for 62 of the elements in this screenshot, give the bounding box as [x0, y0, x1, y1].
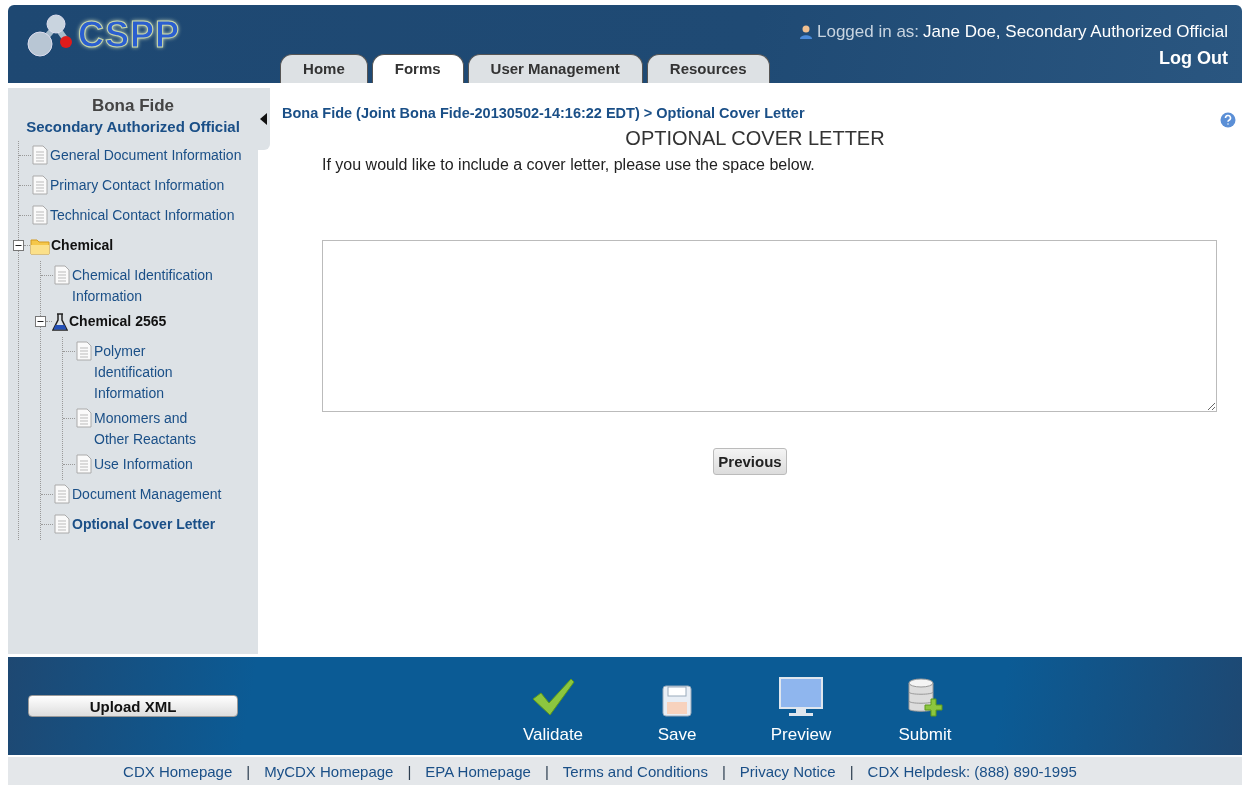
- footer-link[interactable]: Terms and Conditions: [562, 762, 708, 780]
- link-separator: |: [721, 762, 726, 780]
- document-icon: [53, 483, 71, 504]
- document-icon: [31, 144, 49, 165]
- flask-icon: [52, 312, 68, 331]
- document-icon: [75, 407, 93, 428]
- previous-button[interactable]: Previous: [713, 447, 787, 475]
- page-title: OPTIONAL COVER LETTER: [624, 126, 886, 150]
- tree-item[interactable]: Document Management: [72, 483, 222, 505]
- left-triangle-icon: [259, 112, 267, 125]
- document-icon: [31, 174, 49, 195]
- logged-in-label: Logged in as:: [817, 22, 920, 42]
- footer-link[interactable]: CDX Homepage: [123, 762, 233, 780]
- instructions-text: If you would like to include a cover letter, please use the space below.: [322, 155, 816, 174]
- link-separator: |: [849, 762, 854, 780]
- footer-link[interactable]: EPA Homepage: [425, 762, 531, 780]
- collapse-icon[interactable]: [13, 239, 24, 251]
- user-name: Jane Doe, Secondary Authorized Official: [923, 22, 1228, 42]
- link-separator: |: [544, 762, 549, 780]
- tree-item[interactable]: Monomers and Other Reactants: [94, 407, 204, 450]
- database-add-icon: [907, 677, 943, 718]
- tree-item[interactable]: Technical Contact Information: [50, 204, 235, 226]
- tree-item[interactable]: Chemical 2565: [69, 310, 167, 332]
- tree-item[interactable]: General Document Information: [50, 144, 242, 166]
- toolbar-action[interactable]: Validate: [501, 667, 605, 746]
- molecule-logo-icon: [26, 12, 74, 58]
- tree-item[interactable]: Primary Contact Information: [50, 174, 225, 196]
- folder-icon: [30, 237, 50, 255]
- user-icon: [799, 25, 813, 39]
- toolbar-action[interactable]: Submit: [873, 667, 977, 746]
- sidebar-title: Bona Fide: [90, 95, 176, 116]
- nav-tab[interactable]: Resources: [646, 53, 770, 83]
- breadcrumb[interactable]: Bona Fide (Joint Bona Fide-20130502-14:16:22 EDT) > Optional Cover Letter: [282, 104, 805, 121]
- footer-link[interactable]: Privacy Notice: [739, 762, 836, 780]
- upload-xml-button[interactable]: Upload XML: [28, 695, 238, 718]
- footer-link[interactable]: CDX Helpdesk: (888) 890-1995: [867, 762, 1077, 780]
- footer-link[interactable]: MyCDX Homepage: [264, 762, 394, 780]
- toolbar-action[interactable]: Preview: [749, 667, 853, 746]
- sidebar-subtitle: Secondary Authorized Official: [25, 117, 241, 135]
- collapse-icon[interactable]: [35, 315, 46, 327]
- logo-text: CSPP: [78, 14, 181, 56]
- nav-tab[interactable]: User Management: [467, 53, 643, 83]
- link-separator: |: [407, 762, 412, 780]
- link-separator: |: [246, 762, 251, 780]
- checkmark-icon: [531, 677, 575, 718]
- tree-item[interactable]: Use Information: [94, 453, 193, 475]
- document-icon: [31, 204, 49, 225]
- tree-item[interactable]: Polymer Identification Information: [94, 340, 204, 404]
- nav-tab[interactable]: Home: [280, 53, 368, 83]
- document-icon: [75, 340, 93, 361]
- tree-item[interactable]: Chemical: [51, 234, 114, 256]
- tree-item[interactable]: Chemical Identification Information: [72, 264, 222, 307]
- nav-tab[interactable]: Forms: [371, 53, 464, 83]
- monitor-icon: [779, 677, 823, 718]
- collapse-handle[interactable]: [256, 87, 270, 150]
- logout-link[interactable]: Log Out: [1159, 48, 1228, 69]
- tree-item[interactable]: Optional Cover Letter: [72, 513, 216, 535]
- toolbar-action[interactable]: Save: [625, 667, 729, 746]
- document-icon: [75, 453, 93, 474]
- help-icon[interactable]: [1220, 111, 1236, 128]
- document-icon: [53, 264, 71, 285]
- document-icon: [53, 513, 71, 534]
